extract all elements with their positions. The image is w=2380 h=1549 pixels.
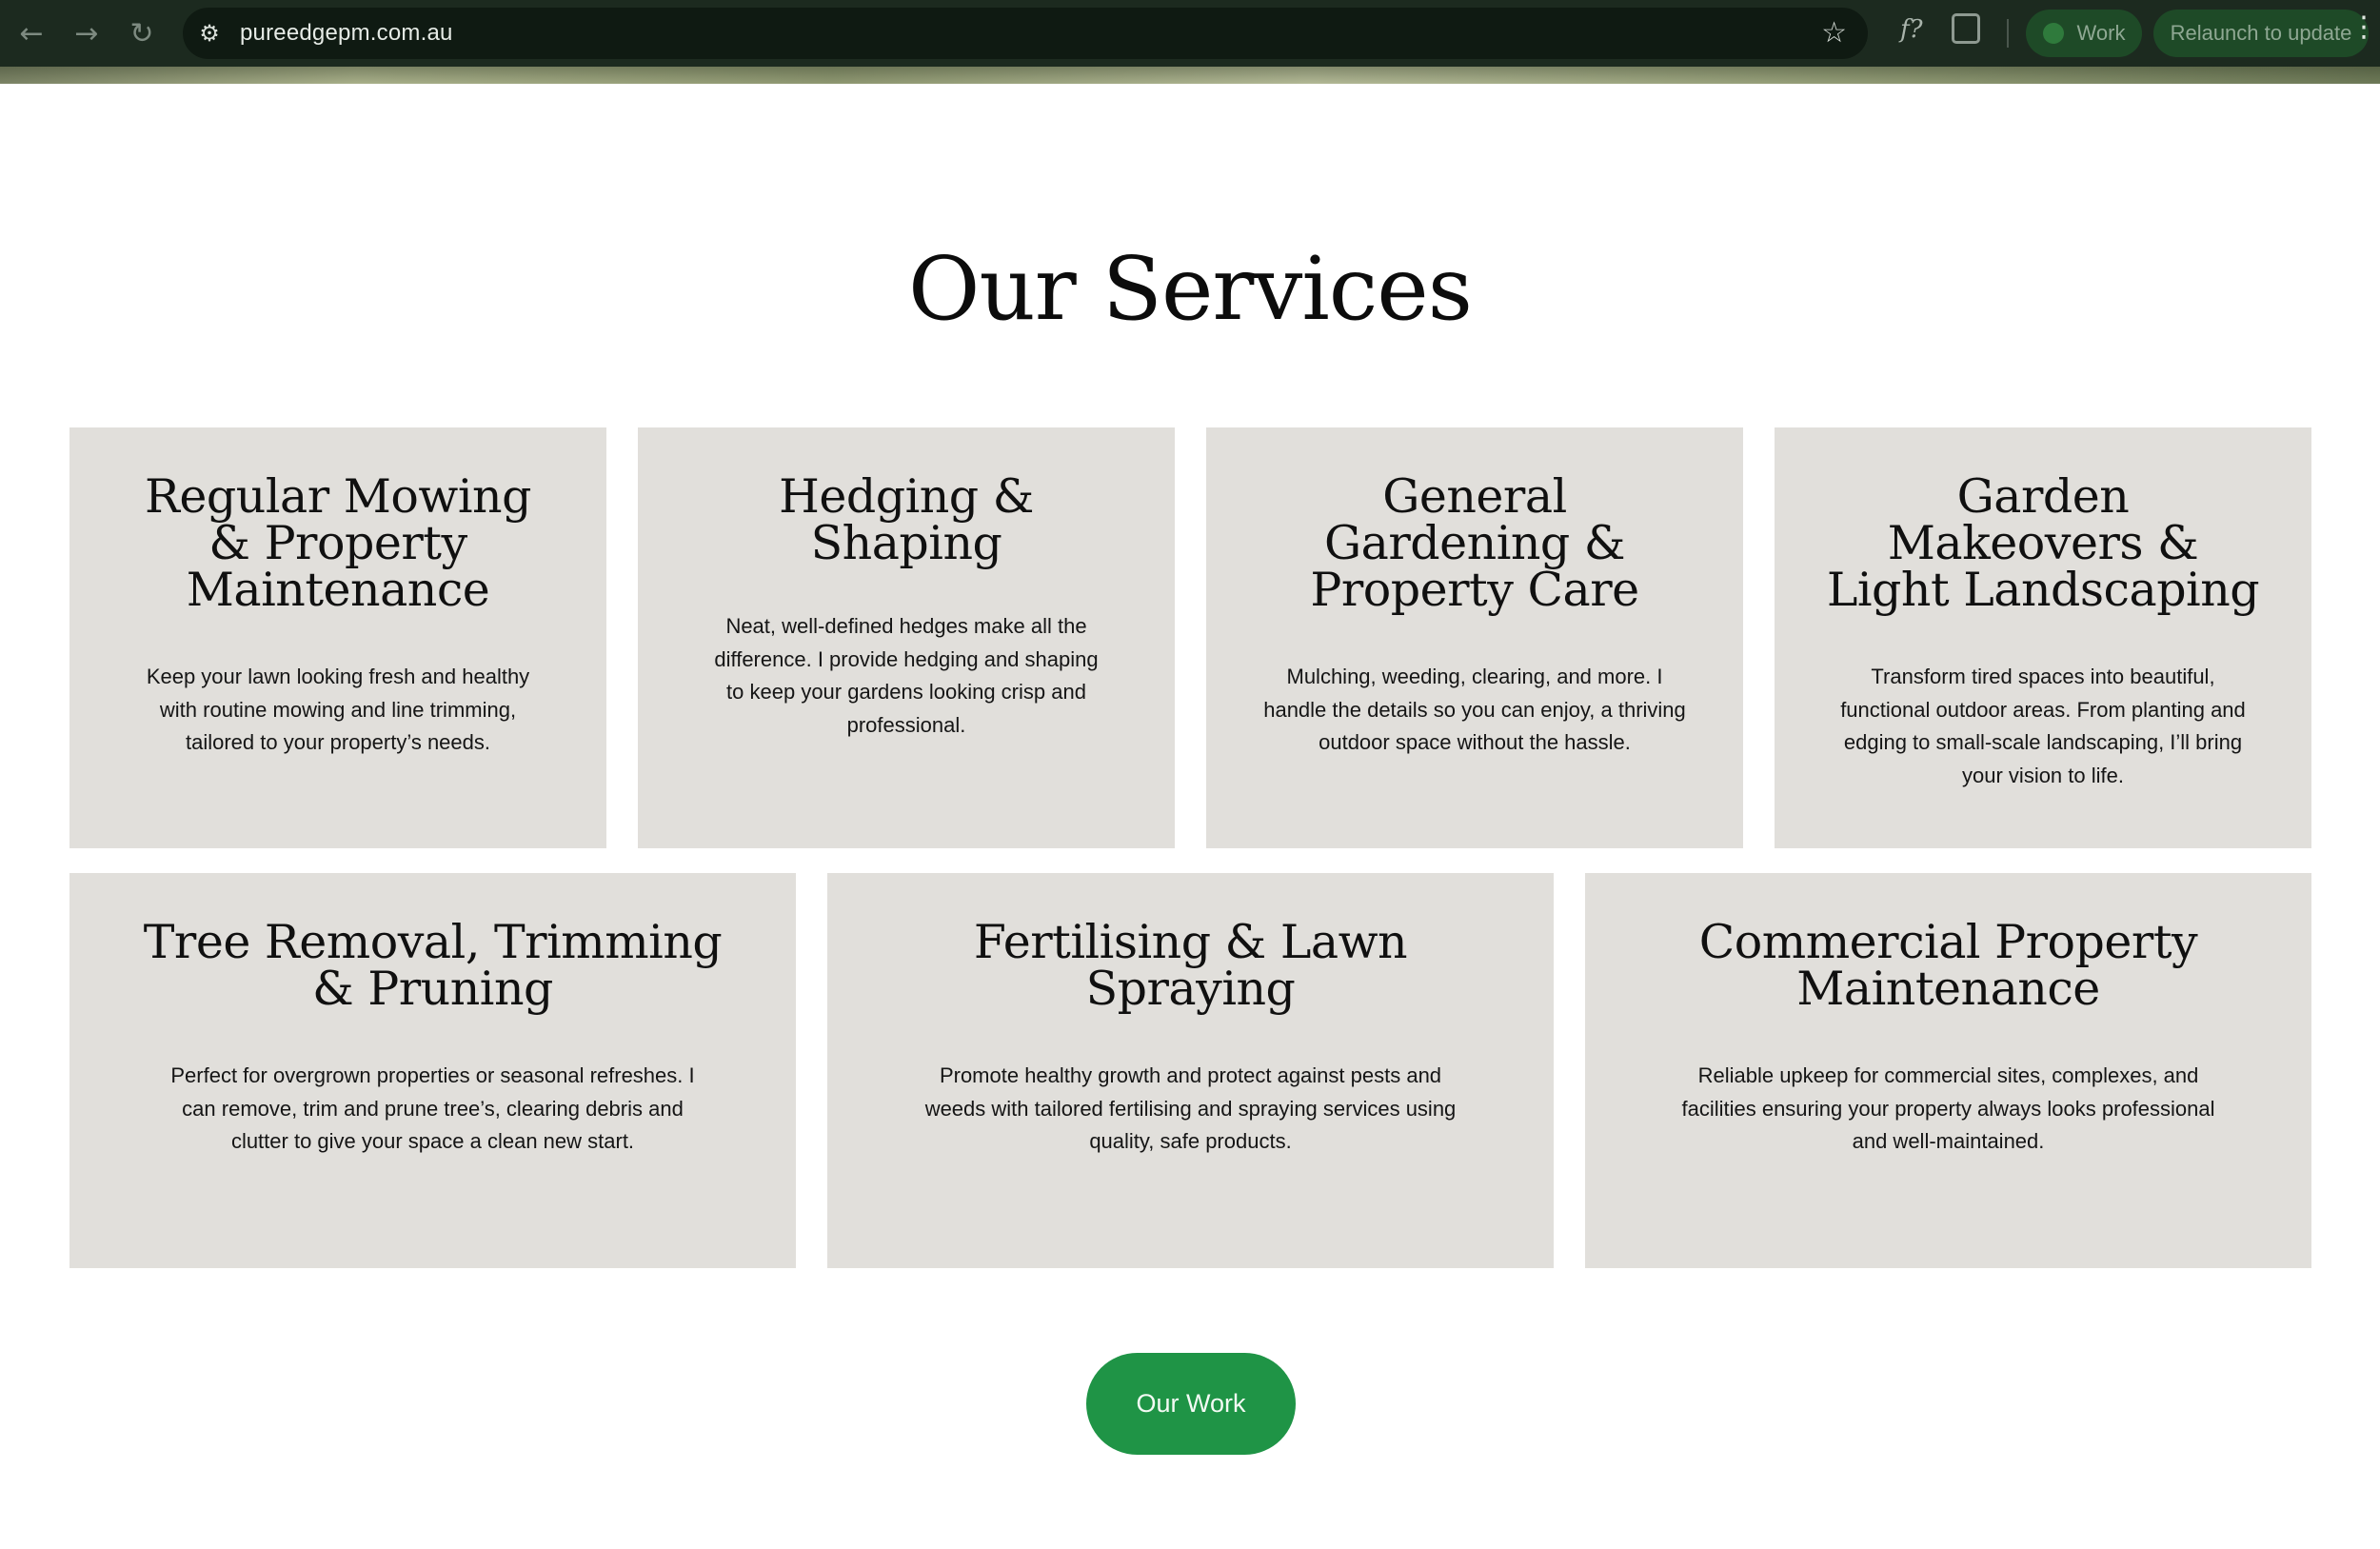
service-card-title: General Gardening & Property Care [1310, 469, 1639, 617]
service-card-title: Hedging & Shaping [779, 469, 1034, 570]
service-card-description: Mulching, weeding, clearing, and more. I… [1263, 665, 1686, 754]
bookmark-star-icon[interactable]: ☆ [1821, 16, 1847, 50]
formula-extension-icon[interactable]: f? [1900, 15, 1923, 44]
profile-label: Work [2076, 21, 2126, 45]
service-card-description: Keep your lawn looking fresh and healthy… [146, 665, 530, 754]
service-card-hedging: Hedging & Shaping Neat, well-defined hed… [638, 427, 1175, 848]
service-card-title: Commercial Property Maintenance [1698, 915, 2198, 1016]
service-card-description: Perfect for overgrown properties or seas… [170, 1063, 695, 1153]
extensions-puzzle-icon[interactable] [1952, 13, 1980, 44]
service-card-fertilising: Fertilising & Lawn Spraying Promote heal… [827, 873, 1554, 1268]
service-card-mowing: Regular Mowing & Property Maintenance Ke… [69, 427, 606, 848]
service-card-description: Neat, well-defined hedges make all the d… [714, 614, 1099, 737]
forward-arrow-icon[interactable]: → [59, 0, 114, 67]
toolbar-divider [2007, 19, 2009, 48]
browser-toolbar: ← → ↻ ⚙ pureedgepm.com.au ☆ f? Work Rela… [0, 0, 2380, 67]
reload-icon[interactable]: ↻ [114, 0, 169, 67]
service-card-makeovers: Garden Makeovers & Light Landscaping Tra… [1775, 427, 2311, 848]
service-card-gardening: General Gardening & Property Care Mulchi… [1206, 427, 1743, 848]
site-info-icon[interactable]: ⚙ [190, 14, 228, 52]
service-card-title: Fertilising & Lawn Spraying [973, 915, 1408, 1016]
service-card-description: Promote healthy growth and protect again… [924, 1063, 1457, 1153]
our-work-button[interactable]: Our Work [1086, 1353, 1296, 1455]
browser-menu-icon[interactable]: ⋮ [2350, 13, 2378, 42]
service-card-description: Transform tired spaces into beautiful, f… [1840, 665, 2246, 787]
address-bar[interactable]: ⚙ pureedgepm.com.au ☆ [183, 8, 1868, 59]
service-card-description: Reliable upkeep for commercial sites, co… [1681, 1063, 2215, 1153]
relaunch-button[interactable]: Relaunch to update [2153, 10, 2369, 57]
profile-button[interactable]: Work [2026, 10, 2142, 57]
profile-avatar-icon [2042, 23, 2064, 44]
hero-image-shade [0, 67, 2380, 84]
relaunch-label: Relaunch to update [2170, 21, 2352, 45]
service-card-tree-removal: Tree Removal, Trimming & Pruning Perfect… [69, 873, 796, 1268]
service-card-title: Tree Removal, Trimming & Pruning [143, 915, 723, 1016]
back-arrow-icon[interactable]: ← [4, 0, 59, 67]
services-heading: Our Services [908, 238, 1473, 340]
service-card-title: Regular Mowing & Property Maintenance [145, 469, 531, 617]
service-card-commercial: Commercial Property Maintenance Reliable… [1585, 873, 2311, 1268]
url-text[interactable]: pureedgepm.com.au [240, 20, 453, 47]
service-card-title: Garden Makeovers & Light Landscaping [1826, 469, 2260, 617]
